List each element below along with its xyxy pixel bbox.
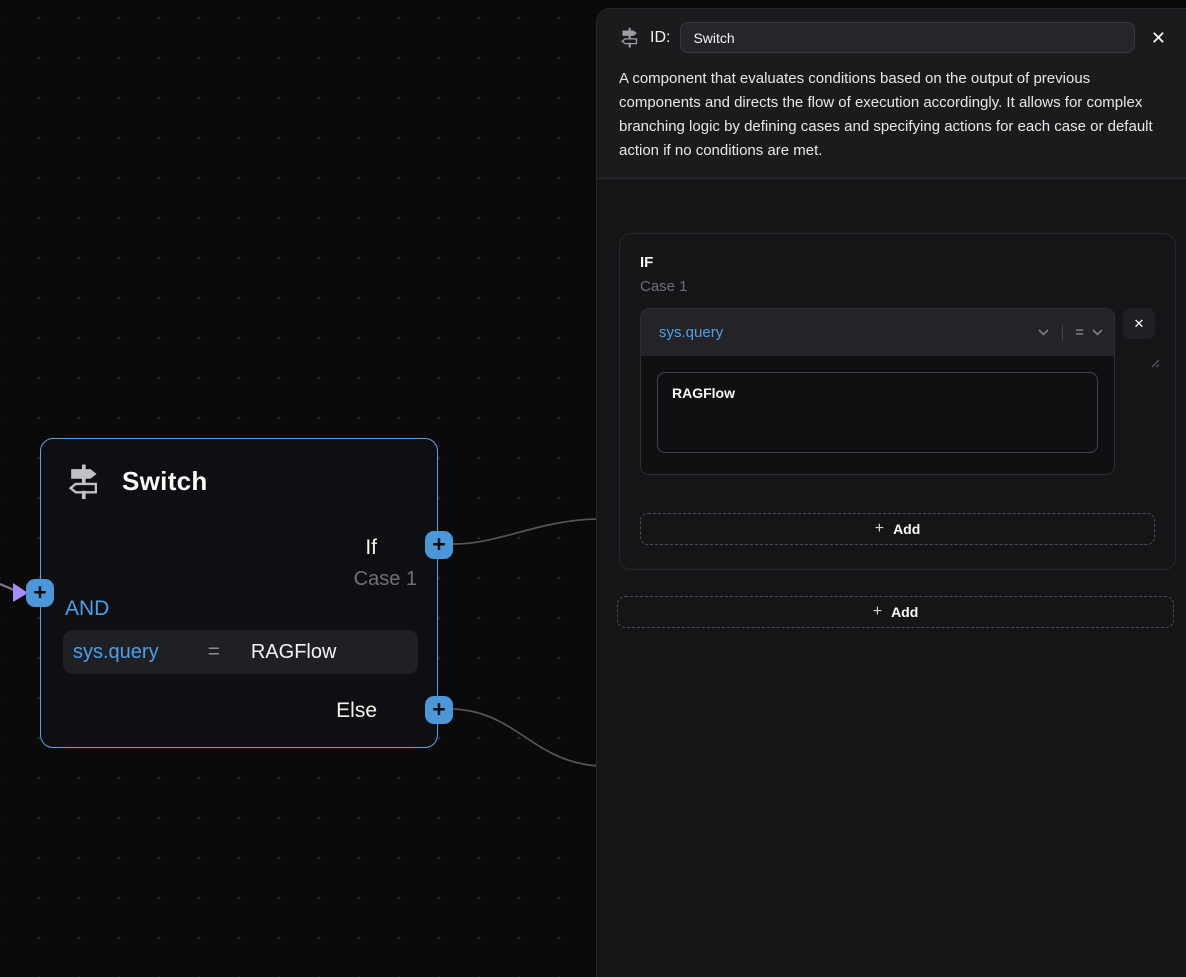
node-id-input[interactable]: [680, 22, 1134, 53]
node-condition-row[interactable]: sys.query = RAGFlow: [63, 630, 418, 674]
add-case-label: Add: [891, 604, 918, 620]
id-label: ID:: [650, 29, 670, 47]
signpost-icon: [619, 27, 640, 48]
if-output-label: If: [365, 536, 377, 560]
signpost-icon: [65, 463, 102, 500]
logic-operator-label: AND: [65, 597, 109, 621]
else-output-handle-plus-icon[interactable]: +: [425, 696, 453, 724]
case-output-label: Case 1: [354, 568, 417, 591]
else-output-label: Else: [336, 699, 377, 723]
add-case-button[interactable]: + Add: [617, 596, 1174, 628]
plus-icon: +: [875, 520, 884, 538]
operator-select-value: =: [1075, 324, 1084, 341]
close-panel-button[interactable]: ✕: [1151, 29, 1166, 47]
case-card-title: IF: [640, 254, 1155, 271]
case-card-subtitle: Case 1: [640, 278, 1155, 295]
switch-node-header: Switch: [65, 463, 208, 500]
if-output-handle-plus-icon[interactable]: +: [425, 531, 453, 559]
field-select[interactable]: sys.query: [659, 324, 1050, 341]
condition-field: sys.query: [73, 641, 159, 664]
chevron-down-icon: [1037, 328, 1050, 337]
condition-editor: sys.query =: [640, 308, 1115, 475]
edge-if-output: [452, 519, 596, 544]
add-condition-label: Add: [893, 521, 920, 537]
remove-condition-button[interactable]: ✕: [1123, 308, 1155, 339]
node-title: Switch: [122, 466, 208, 497]
condition-value-textarea[interactable]: RAGFlow: [657, 372, 1098, 453]
plus-icon: +: [873, 603, 882, 621]
field-select-value: sys.query: [659, 324, 723, 341]
operator-select[interactable]: =: [1075, 324, 1104, 341]
condition-operator: =: [208, 640, 220, 664]
case-card: IF Case 1 sys.query =: [619, 233, 1176, 570]
node-settings-panel: ID: ✕ A component that evaluates conditi…: [596, 8, 1186, 977]
edge-else-output: [452, 709, 596, 766]
component-description: A component that evaluates conditions ba…: [619, 67, 1164, 163]
switch-node[interactable]: Switch If Case 1 AND sys.query = RAGFlow…: [40, 438, 438, 748]
panel-header: ID: ✕ A component that evaluates conditi…: [597, 9, 1186, 179]
divider: [1062, 325, 1063, 340]
condition-value: RAGFlow: [251, 641, 337, 664]
input-handle-plus-icon[interactable]: +: [26, 579, 54, 607]
edge-input: [0, 584, 14, 590]
condition-editor-header: sys.query =: [641, 309, 1114, 356]
condition-editor-body: RAGFlow: [641, 356, 1114, 474]
chevron-down-icon: [1091, 328, 1104, 337]
add-condition-button[interactable]: + Add: [640, 513, 1155, 545]
panel-body: IF Case 1 sys.query =: [597, 179, 1186, 628]
